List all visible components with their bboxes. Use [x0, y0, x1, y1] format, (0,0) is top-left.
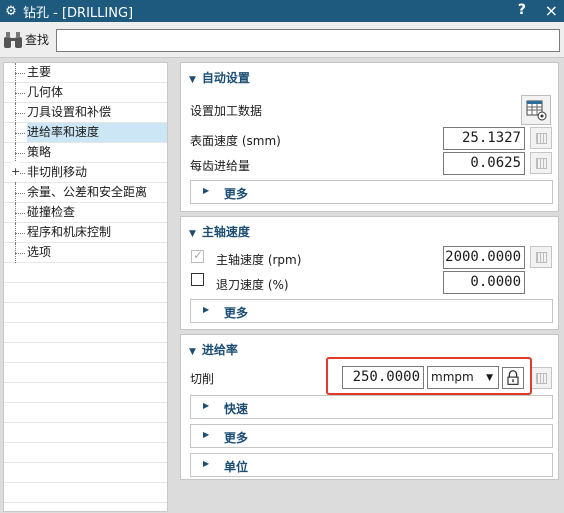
navigation-tree: 主要几何体刀具设置和补偿进给率和速度策略 + 非切削移动余量、公差和安全距离 碰撞检查…	[3, 62, 168, 512]
collapse-triangle-icon: ▼	[189, 229, 196, 239]
tree-item[interactable]: + 非切削移动	[4, 162, 167, 183]
surface-speed-input[interactable]: 25.1327	[443, 127, 525, 150]
empty-tree-row	[4, 343, 167, 363]
tree-item[interactable]: 策略	[4, 143, 167, 163]
find-bar: 查找	[0, 22, 564, 58]
empty-tree-row	[4, 363, 167, 383]
calculator-icon	[536, 133, 547, 144]
auto-more-section[interactable]: ▶ 更多	[190, 180, 553, 204]
tree-item-label: 主要	[27, 65, 52, 79]
tree-item[interactable]: 进给率和速度	[4, 123, 167, 143]
empty-tree-row	[4, 283, 167, 303]
set-machining-data-button[interactable]	[521, 95, 551, 125]
expand-triangle-icon: ▶	[203, 401, 210, 410]
tree-item[interactable]: 选项	[4, 243, 167, 263]
collapse-triangle-icon: ▼	[189, 75, 196, 85]
tree-connector	[15, 203, 25, 223]
tree-item[interactable]: 碰撞检查	[4, 203, 167, 223]
tree-item[interactable]: 几何体	[4, 83, 167, 103]
units-section[interactable]: ▶ 单位	[190, 453, 553, 477]
empty-tree-row	[4, 403, 167, 423]
find-input[interactable]	[56, 29, 560, 52]
retract-speed-label: 退刀速度 (%)	[216, 278, 289, 292]
empty-tree-row	[4, 263, 167, 283]
tree-item-label: 刀具设置和补偿	[27, 105, 112, 119]
tree-item-label: 碰撞检查	[27, 205, 76, 219]
empty-tree-row	[4, 443, 167, 463]
close-button[interactable]: ×	[545, 1, 558, 20]
retract-speed-input[interactable]: 0.0000	[443, 271, 525, 294]
tree-item[interactable]: 程序和机床控制	[4, 223, 167, 243]
empty-tree-row	[4, 463, 167, 483]
expand-triangle-icon: ▶	[203, 459, 210, 468]
tree-connector	[15, 63, 25, 83]
highlight-box	[326, 357, 532, 395]
title-bar: ⚙ 钻孔 - [DRILLING] ? ×	[0, 0, 564, 22]
spindle-more-section[interactable]: ▶ 更多	[190, 299, 553, 323]
collapse-triangle-icon: ▼	[189, 347, 196, 357]
empty-tree-row	[4, 303, 167, 323]
tree-item-label: 非切削移动	[27, 165, 88, 179]
expand-triangle-icon: ▶	[203, 430, 210, 439]
spindle-speed-group: ▼主轴速度 主轴速度 (rpm) 2000.0000 退刀速度 (%) 0.00…	[180, 216, 559, 330]
gear-icon: ⚙	[5, 3, 17, 19]
tree-connector	[15, 103, 25, 123]
auto-setup-header[interactable]: ▼ 自动设置	[189, 69, 250, 86]
tree-connector	[15, 243, 25, 263]
tree-item-label: 进给率和速度	[27, 123, 167, 142]
rapid-section[interactable]: ▶ 快速	[190, 395, 553, 419]
spindle-speed-header[interactable]: ▼ 主轴速度	[189, 223, 250, 240]
spindle-speed-calc-button[interactable]	[530, 246, 552, 268]
calculator-icon	[536, 373, 547, 384]
calculator-icon	[536, 158, 547, 169]
tree-connector	[15, 143, 25, 163]
expand-triangle-icon: ▶	[203, 186, 210, 195]
retract-speed-checkbox[interactable]	[191, 273, 204, 286]
spindle-speed-label: 主轴速度 (rpm)	[216, 253, 302, 267]
tree-connector	[15, 83, 25, 103]
auto-setup-group: ▼ 自动设置 设置加工数据 表面速度 (smm) 25.1327 每齿进给量 0.…	[180, 62, 559, 212]
spindle-speed-checkbox[interactable]	[191, 248, 204, 263]
tree-item-label: 几何体	[27, 85, 64, 99]
window-title: 钻孔 - [DRILLING]	[23, 5, 134, 21]
tree-item-label: 选项	[27, 245, 52, 259]
tree-item[interactable]: 刀具设置和补偿	[4, 103, 167, 123]
surface-speed-calc-button[interactable]	[530, 127, 552, 149]
feed-per-tooth-input[interactable]: 0.0625	[443, 152, 525, 175]
table-settings-icon	[526, 100, 547, 121]
expand-triangle-icon: ▶	[203, 305, 210, 314]
help-button[interactable]: ?	[518, 2, 526, 18]
feed-rate-header[interactable]: ▼ 进给率	[189, 341, 238, 358]
expand-plus-icon[interactable]: +	[11, 162, 21, 181]
binoculars-icon	[4, 31, 22, 48]
empty-tree-row	[4, 383, 167, 403]
tree-item-label: 策略	[27, 145, 52, 159]
empty-tree-row	[4, 323, 167, 343]
tree-connector	[15, 223, 25, 243]
feed-rate-group: ▼ 进给率 切削 250.0000 mmpm ▼ ▶ 快速 ▶ 更多 ▶ 单位	[180, 334, 559, 480]
feed-per-tooth-calc-button[interactable]	[530, 152, 552, 174]
feed-more-section[interactable]: ▶ 更多	[190, 424, 553, 448]
calculator-icon	[536, 252, 547, 263]
empty-tree-row	[4, 423, 167, 443]
tree-item-label: 程序和机床控制	[27, 225, 112, 239]
find-label: 查找	[25, 33, 50, 47]
feed-per-tooth-label: 每齿进给量	[190, 159, 251, 173]
cut-feed-label: 切削	[190, 372, 215, 386]
tree-connector	[15, 183, 25, 203]
cut-feed-calc-button[interactable]	[530, 367, 552, 389]
spindle-speed-input[interactable]: 2000.0000	[443, 246, 525, 269]
set-machining-data-label: 设置加工数据	[190, 104, 263, 118]
empty-tree-row	[4, 483, 167, 503]
tree-item-label: 余量、公差和安全距离	[27, 185, 148, 199]
tree-item[interactable]: 主要	[4, 63, 167, 83]
surface-speed-label: 表面速度 (smm)	[190, 134, 281, 148]
tree-item[interactable]: 余量、公差和安全距离	[4, 183, 167, 203]
tree-connector	[15, 123, 25, 143]
